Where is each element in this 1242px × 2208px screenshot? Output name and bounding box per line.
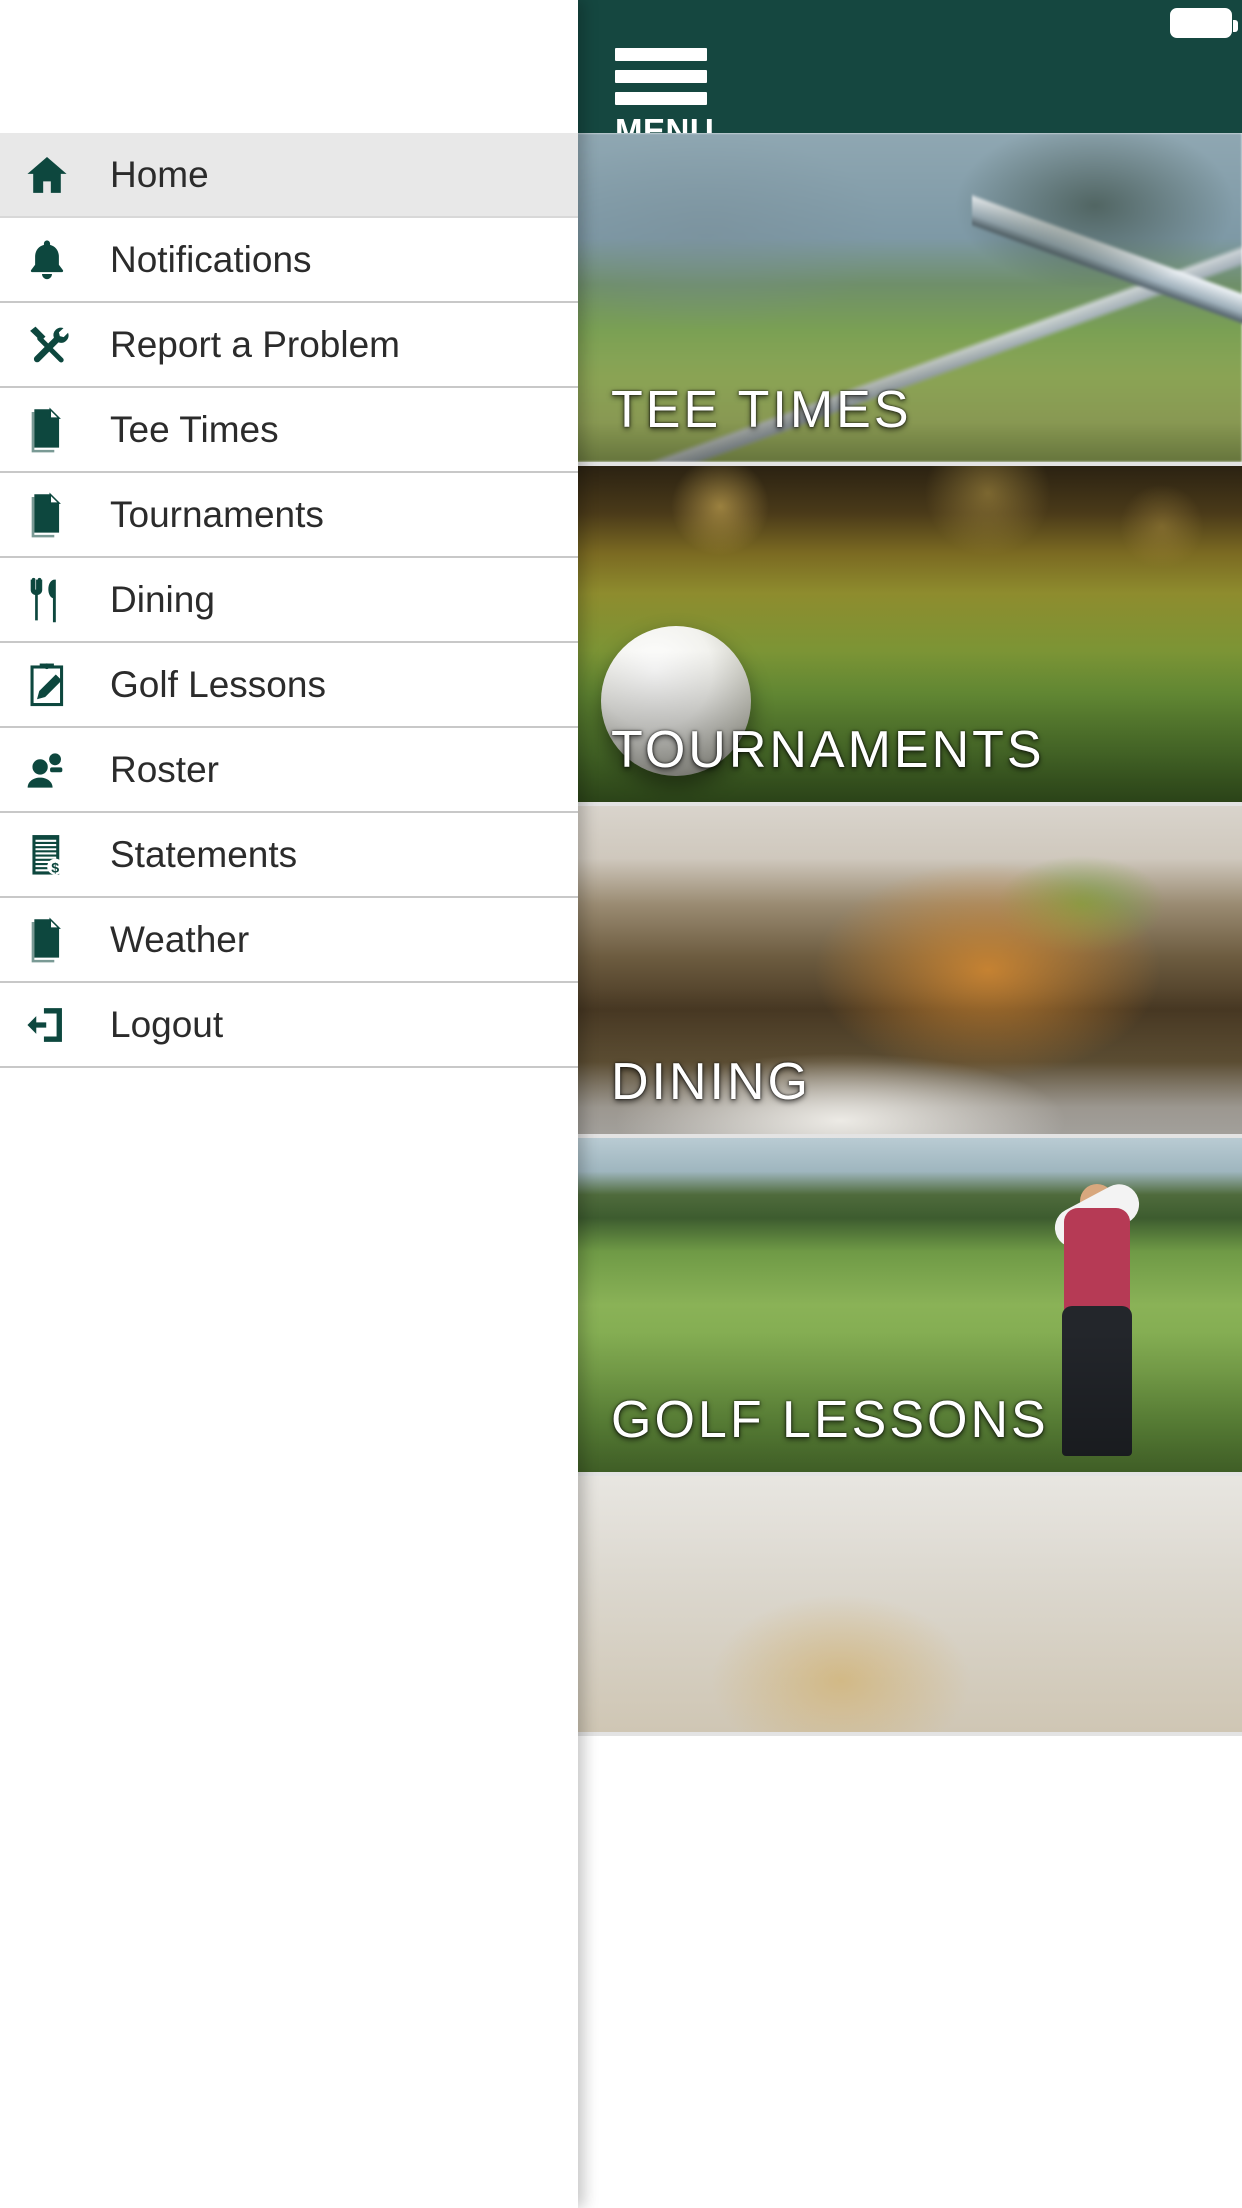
battery-icon [1170, 8, 1238, 38]
menu-button[interactable]: MENU [615, 48, 765, 133]
app-root: MENU TEE TIMES TOURNAMENTS DINING GOLF L… [0, 0, 1242, 2208]
card-list: TEE TIMES TOURNAMENTS DINING GOLF LESSON… [573, 133, 1242, 1736]
sidebar-item-label: Golf Lessons [110, 664, 326, 705]
card-title-dining: DINING [611, 1053, 811, 1111]
invoice-dollar-icon: $ [14, 832, 80, 878]
sidebar-item-tournaments[interactable]: Tournaments [0, 473, 578, 558]
sidebar-item-label: Tournaments [110, 494, 324, 535]
sidebar-item-label: Notifications [110, 239, 312, 280]
menu-button-label: MENU [615, 112, 715, 133]
card-title-golf-lessons: GOLF LESSONS [611, 1391, 1049, 1449]
sidebar-item-label: Statements [110, 834, 298, 875]
document-icon [14, 406, 80, 453]
svg-text:$: $ [51, 860, 59, 876]
sidebar-item-statements[interactable]: $ Statements [0, 813, 578, 898]
document-icon [14, 491, 80, 538]
card-partial[interactable] [573, 1476, 1242, 1736]
sidebar-item-weather[interactable]: Weather [0, 898, 578, 983]
sidebar-item-golf-lessons[interactable]: Golf Lessons [0, 643, 578, 728]
nav-list: Home Notifications Report a Problem Tee … [0, 133, 578, 1068]
sidebar-item-label: Report a Problem [110, 324, 400, 365]
sidebar-item-logout[interactable]: Logout [0, 983, 578, 1068]
card-title-tournaments: TOURNAMENTS [611, 721, 1045, 779]
sidebar-item-label: Tee Times [110, 409, 279, 450]
sidebar-item-label: Home [110, 154, 209, 195]
sidebar-item-dining[interactable]: Dining [0, 558, 578, 643]
sidebar-item-label: Dining [110, 579, 215, 620]
hamburger-icon [615, 48, 707, 105]
sidebar-item-label: Roster [110, 749, 219, 790]
people-icon [14, 747, 80, 793]
card-dining[interactable]: DINING [573, 806, 1242, 1138]
card-tournaments[interactable]: TOURNAMENTS [573, 466, 1242, 806]
card-tee-times[interactable]: TEE TIMES [573, 133, 1242, 466]
sidebar-item-roster[interactable]: Roster [0, 728, 578, 813]
golf-club-shaft [972, 133, 1242, 423]
navigation-drawer: Home Notifications Report a Problem Tee … [0, 0, 578, 2208]
sidebar-item-label: Weather [110, 919, 250, 960]
sidebar-item-label: Logout [110, 1004, 224, 1045]
document-icon [14, 916, 80, 963]
card-golf-lessons[interactable]: GOLF LESSONS [573, 1138, 1242, 1476]
content-pane: MENU TEE TIMES TOURNAMENTS DINING GOLF L… [573, 0, 1242, 2208]
card-title-tee-times: TEE TIMES [611, 381, 912, 439]
logout-arrow-icon [14, 1002, 80, 1048]
bell-icon [14, 237, 80, 283]
sidebar-item-notifications[interactable]: Notifications [0, 218, 578, 303]
sidebar-item-tee-times[interactable]: Tee Times [0, 388, 578, 473]
sidebar-item-report-a-problem[interactable]: Report a Problem [0, 303, 578, 388]
home-icon [14, 152, 80, 198]
clipboard-pencil-icon [14, 662, 80, 708]
drawer-header-spacer [0, 0, 578, 133]
sidebar-item-home[interactable]: Home [0, 133, 578, 218]
app-header: MENU [573, 0, 1242, 133]
tools-icon [14, 322, 80, 368]
fork-knife-icon [14, 577, 80, 623]
partial-photo [573, 1476, 1242, 1732]
